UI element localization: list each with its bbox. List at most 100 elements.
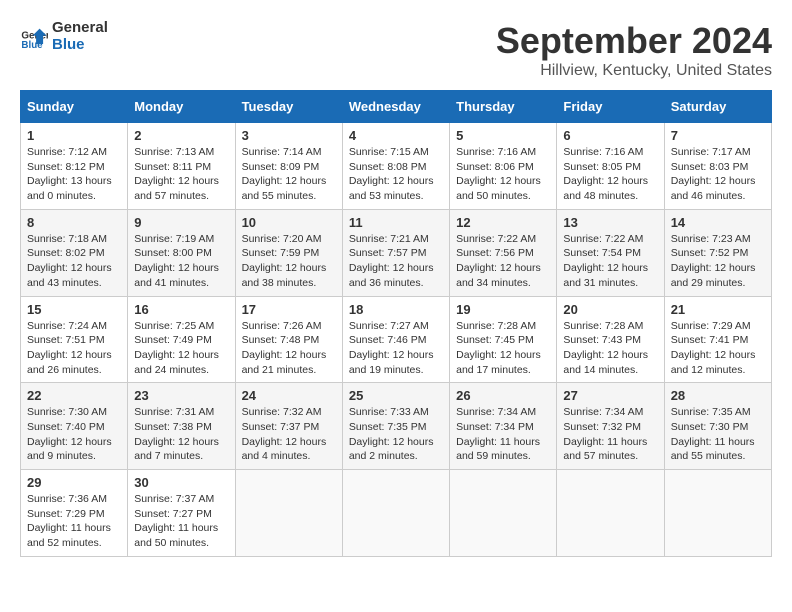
day-number: 18	[349, 302, 443, 317]
header-wednesday: Wednesday	[342, 91, 449, 123]
day-info: Sunrise: 7:22 AM Sunset: 7:56 PM Dayligh…	[456, 232, 550, 291]
day-number: 7	[671, 128, 765, 143]
day-number: 14	[671, 215, 765, 230]
day-number: 4	[349, 128, 443, 143]
calendar-cell: 11 Sunrise: 7:21 AM Sunset: 7:57 PM Dayli…	[342, 209, 449, 296]
header-sunday: Sunday	[21, 91, 128, 123]
calendar-cell: 2 Sunrise: 7:13 AM Sunset: 8:11 PM Daylig…	[128, 123, 235, 210]
calendar-week-row: 29 Sunrise: 7:36 AM Sunset: 7:29 PM Dayli…	[21, 470, 772, 557]
calendar-cell: 29 Sunrise: 7:36 AM Sunset: 7:29 PM Dayli…	[21, 470, 128, 557]
header-thursday: Thursday	[450, 91, 557, 123]
title-area: September 2024 Hillview, Kentucky, Unite…	[496, 20, 772, 80]
day-number: 21	[671, 302, 765, 317]
day-number: 24	[242, 388, 336, 403]
calendar-week-row: 15Sunrise: 7:24 AM Sunset: 7:51 PM Dayli…	[21, 296, 772, 383]
calendar-table: SundayMondayTuesdayWednesdayThursdayFrid…	[20, 90, 772, 557]
calendar-cell: 24 Sunrise: 7:32 AM Sunset: 7:37 PM Dayli…	[235, 383, 342, 470]
day-number: 2	[134, 128, 228, 143]
calendar-week-row: 8 Sunrise: 7:18 AM Sunset: 8:02 PM Daylig…	[21, 209, 772, 296]
day-number: 12	[456, 215, 550, 230]
calendar-subtitle: Hillview, Kentucky, United States	[496, 62, 772, 80]
day-info: Sunrise: 7:27 AM Sunset: 7:46 PM Dayligh…	[349, 319, 443, 378]
page-header: General Blue General Blue September 2024…	[20, 20, 772, 80]
calendar-cell: 15Sunrise: 7:24 AM Sunset: 7:51 PM Dayli…	[21, 296, 128, 383]
day-number: 17	[242, 302, 336, 317]
calendar-week-row: 1 Sunrise: 7:12 AM Sunset: 8:12 PM Daylig…	[21, 123, 772, 210]
header-tuesday: Tuesday	[235, 91, 342, 123]
calendar-cell: 4 Sunrise: 7:15 AM Sunset: 8:08 PM Daylig…	[342, 123, 449, 210]
calendar-title: September 2024	[496, 20, 772, 62]
calendar-header-row: SundayMondayTuesdayWednesdayThursdayFrid…	[21, 91, 772, 123]
day-number: 16	[134, 302, 228, 317]
calendar-cell: 7Sunrise: 7:17 AM Sunset: 8:03 PM Daylig…	[664, 123, 771, 210]
calendar-cell	[557, 470, 664, 557]
day-info: Sunrise: 7:20 AM Sunset: 7:59 PM Dayligh…	[242, 232, 336, 291]
day-info: Sunrise: 7:25 AM Sunset: 7:49 PM Dayligh…	[134, 319, 228, 378]
day-number: 3	[242, 128, 336, 143]
day-info: Sunrise: 7:19 AM Sunset: 8:00 PM Dayligh…	[134, 232, 228, 291]
day-number: 28	[671, 388, 765, 403]
day-info: Sunrise: 7:26 AM Sunset: 7:48 PM Dayligh…	[242, 319, 336, 378]
day-number: 25	[349, 388, 443, 403]
day-info: Sunrise: 7:12 AM Sunset: 8:12 PM Dayligh…	[27, 145, 121, 204]
day-info: Sunrise: 7:21 AM Sunset: 7:57 PM Dayligh…	[349, 232, 443, 291]
day-info: Sunrise: 7:16 AM Sunset: 8:05 PM Dayligh…	[563, 145, 657, 204]
day-number: 1	[27, 128, 121, 143]
calendar-cell: 21 Sunrise: 7:29 AM Sunset: 7:41 PM Dayli…	[664, 296, 771, 383]
day-info: Sunrise: 7:15 AM Sunset: 8:08 PM Dayligh…	[349, 145, 443, 204]
calendar-cell	[342, 470, 449, 557]
calendar-cell	[235, 470, 342, 557]
day-number: 11	[349, 215, 443, 230]
logo-blue-text: Blue	[52, 37, 108, 54]
calendar-cell: 30 Sunrise: 7:37 AM Sunset: 7:27 PM Dayli…	[128, 470, 235, 557]
day-info: Sunrise: 7:13 AM Sunset: 8:11 PM Dayligh…	[134, 145, 228, 204]
day-number: 13	[563, 215, 657, 230]
day-number: 8	[27, 215, 121, 230]
header-saturday: Saturday	[664, 91, 771, 123]
day-info: Sunrise: 7:31 AM Sunset: 7:38 PM Dayligh…	[134, 405, 228, 464]
calendar-cell: 12 Sunrise: 7:22 AM Sunset: 7:56 PM Dayli…	[450, 209, 557, 296]
calendar-cell: 19 Sunrise: 7:28 AM Sunset: 7:45 PM Dayli…	[450, 296, 557, 383]
calendar-cell: 9Sunrise: 7:19 AM Sunset: 8:00 PM Daylig…	[128, 209, 235, 296]
day-info: Sunrise: 7:34 AM Sunset: 7:34 PM Dayligh…	[456, 405, 550, 464]
day-info: Sunrise: 7:28 AM Sunset: 7:45 PM Dayligh…	[456, 319, 550, 378]
calendar-cell: 17 Sunrise: 7:26 AM Sunset: 7:48 PM Dayli…	[235, 296, 342, 383]
calendar-cell: 26Sunrise: 7:34 AM Sunset: 7:34 PM Dayli…	[450, 383, 557, 470]
calendar-cell: 18 Sunrise: 7:27 AM Sunset: 7:46 PM Dayli…	[342, 296, 449, 383]
day-info: Sunrise: 7:28 AM Sunset: 7:43 PM Dayligh…	[563, 319, 657, 378]
day-info: Sunrise: 7:37 AM Sunset: 7:27 PM Dayligh…	[134, 492, 228, 551]
day-info: Sunrise: 7:24 AM Sunset: 7:51 PM Dayligh…	[27, 319, 121, 378]
calendar-cell	[450, 470, 557, 557]
day-info: Sunrise: 7:33 AM Sunset: 7:35 PM Dayligh…	[349, 405, 443, 464]
day-number: 19	[456, 302, 550, 317]
day-number: 29	[27, 475, 121, 490]
calendar-cell: 14 Sunrise: 7:23 AM Sunset: 7:52 PM Dayli…	[664, 209, 771, 296]
day-number: 30	[134, 475, 228, 490]
day-number: 6	[563, 128, 657, 143]
day-info: Sunrise: 7:32 AM Sunset: 7:37 PM Dayligh…	[242, 405, 336, 464]
day-info: Sunrise: 7:16 AM Sunset: 8:06 PM Dayligh…	[456, 145, 550, 204]
calendar-week-row: 22Sunrise: 7:30 AM Sunset: 7:40 PM Dayli…	[21, 383, 772, 470]
calendar-cell: 22Sunrise: 7:30 AM Sunset: 7:40 PM Dayli…	[21, 383, 128, 470]
day-number: 27	[563, 388, 657, 403]
day-number: 20	[563, 302, 657, 317]
calendar-cell: 20 Sunrise: 7:28 AM Sunset: 7:43 PM Dayli…	[557, 296, 664, 383]
day-info: Sunrise: 7:34 AM Sunset: 7:32 PM Dayligh…	[563, 405, 657, 464]
day-info: Sunrise: 7:22 AM Sunset: 7:54 PM Dayligh…	[563, 232, 657, 291]
calendar-cell: 1 Sunrise: 7:12 AM Sunset: 8:12 PM Daylig…	[21, 123, 128, 210]
logo-icon: General Blue	[20, 23, 48, 51]
day-info: Sunrise: 7:36 AM Sunset: 7:29 PM Dayligh…	[27, 492, 121, 551]
calendar-cell: 6 Sunrise: 7:16 AM Sunset: 8:05 PM Daylig…	[557, 123, 664, 210]
calendar-cell: 23Sunrise: 7:31 AM Sunset: 7:38 PM Dayli…	[128, 383, 235, 470]
calendar-cell: 5Sunrise: 7:16 AM Sunset: 8:06 PM Daylig…	[450, 123, 557, 210]
day-info: Sunrise: 7:14 AM Sunset: 8:09 PM Dayligh…	[242, 145, 336, 204]
day-info: Sunrise: 7:29 AM Sunset: 7:41 PM Dayligh…	[671, 319, 765, 378]
calendar-cell: 3 Sunrise: 7:14 AM Sunset: 8:09 PM Daylig…	[235, 123, 342, 210]
day-info: Sunrise: 7:30 AM Sunset: 7:40 PM Dayligh…	[27, 405, 121, 464]
day-info: Sunrise: 7:18 AM Sunset: 8:02 PM Dayligh…	[27, 232, 121, 291]
calendar-cell: 27 Sunrise: 7:34 AM Sunset: 7:32 PM Dayli…	[557, 383, 664, 470]
logo: General Blue General Blue	[20, 20, 108, 53]
calendar-cell: 28Sunrise: 7:35 AM Sunset: 7:30 PM Dayli…	[664, 383, 771, 470]
header-monday: Monday	[128, 91, 235, 123]
day-info: Sunrise: 7:23 AM Sunset: 7:52 PM Dayligh…	[671, 232, 765, 291]
